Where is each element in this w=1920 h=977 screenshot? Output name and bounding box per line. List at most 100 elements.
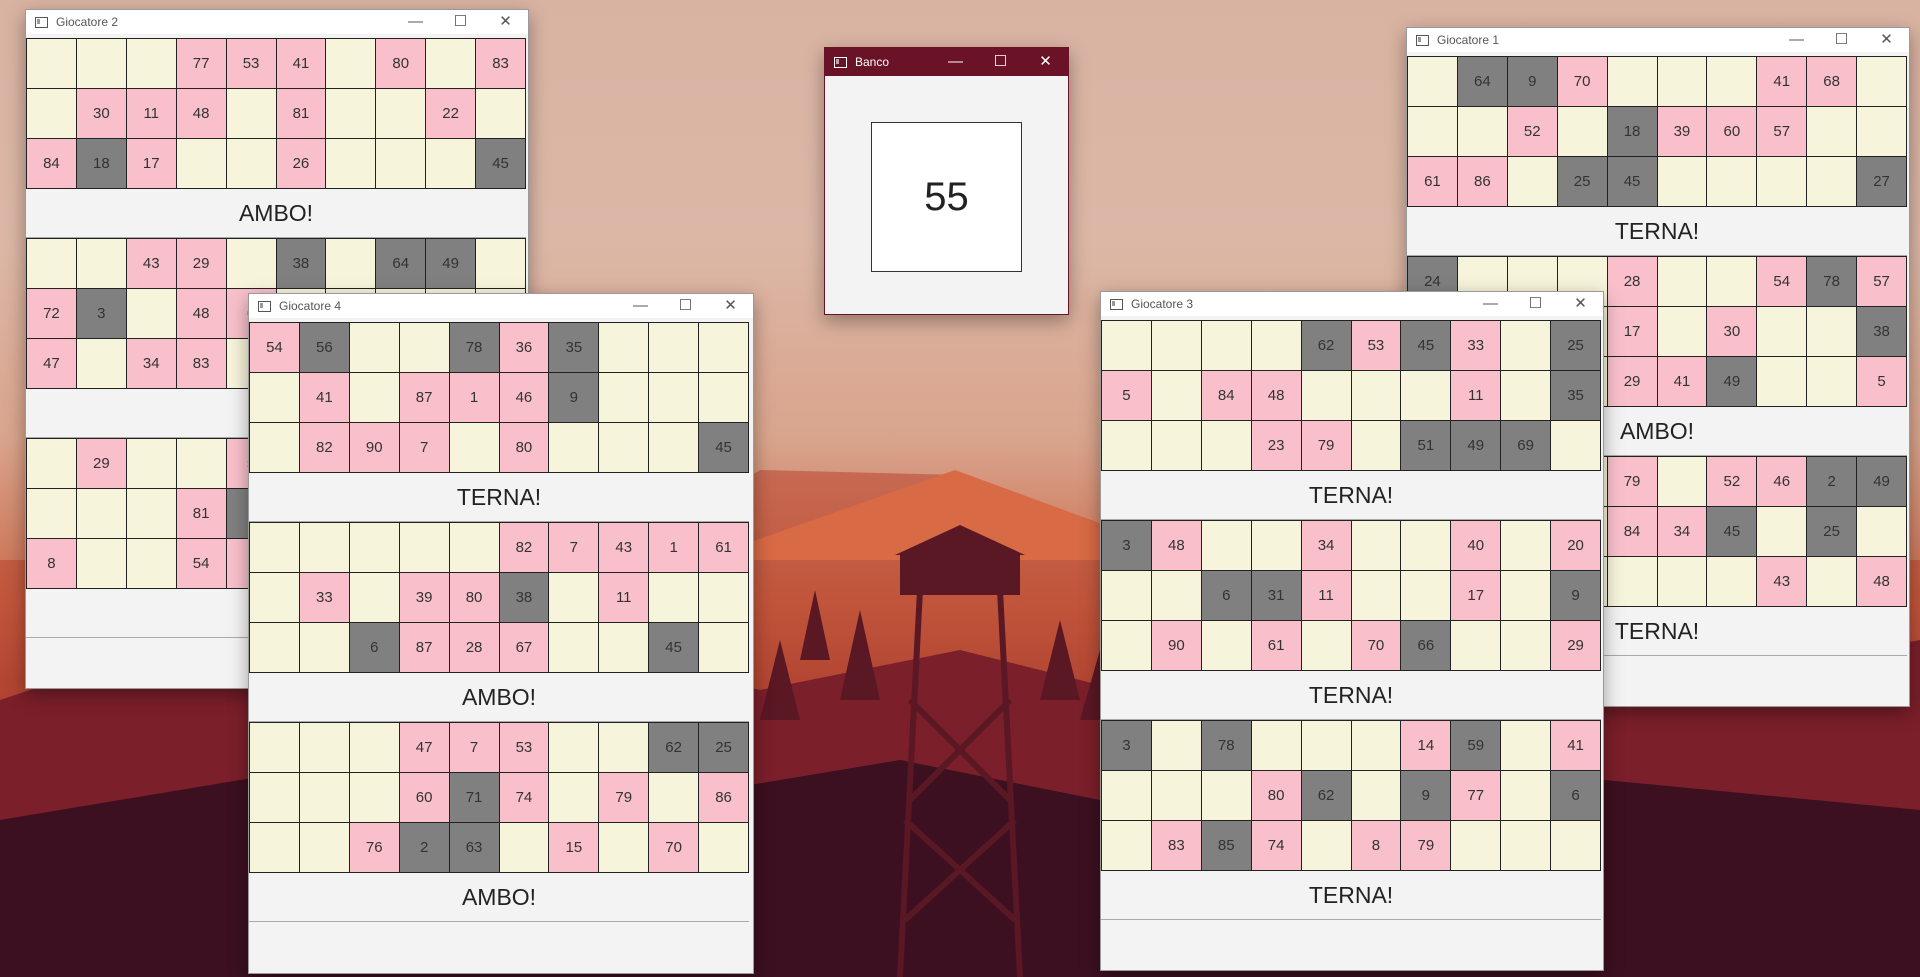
number-cell [1501,321,1552,371]
number-cell [1457,107,1508,157]
minimize-button[interactable]: — [1468,292,1513,316]
close-button[interactable]: ✕ [1864,28,1909,52]
number-cell [1301,821,1352,871]
close-button[interactable]: ✕ [1558,292,1603,316]
number-cell [250,573,300,623]
number-cell: 76 [349,823,400,873]
number-cell [126,39,177,89]
number-cell: 82 [499,523,550,573]
minimize-button[interactable]: — [933,50,978,74]
number-cell [1151,571,1202,621]
minimize-button[interactable]: — [393,10,438,34]
number-cell [476,239,526,289]
maximize-button[interactable]: ☐ [1513,292,1558,316]
close-button[interactable]: ✕ [1023,50,1068,74]
maximize-button[interactable]: ☐ [1819,28,1864,52]
number-cell: 11 [1451,371,1502,421]
number-cell [76,339,127,389]
number-cell [326,89,377,139]
number-cell: 53 [499,723,550,773]
title-bar[interactable]: Giocatore 1 — ☐ ✕ [1407,28,1909,52]
number-cell: 59 [1451,721,1502,771]
number-cell [349,323,400,373]
number-cell: 64 [1457,57,1508,107]
number-cell [349,773,400,823]
number-cell [1151,321,1202,371]
cartella-status: TERNA! [1101,471,1601,520]
number-cell: 62 [1301,321,1352,371]
number-cell [250,623,300,673]
minimize-button[interactable]: — [618,294,663,318]
number-cell: 47 [27,339,77,389]
number-cell [1451,821,1502,871]
number-cell [126,289,177,339]
number-cell: 1 [649,523,700,573]
close-button[interactable]: ✕ [483,10,528,34]
number-cell [76,239,127,289]
number-cell: 3 [1102,721,1152,771]
maximize-button[interactable]: ☐ [978,50,1023,74]
number-cell [1102,421,1152,471]
minimize-button[interactable]: — [1774,28,1819,52]
number-cell: 48 [1857,557,1907,607]
number-cell: 54 [250,323,300,373]
number-cell [1657,557,1708,607]
number-cell: 74 [1251,821,1302,871]
number-cell: 28 [449,623,500,673]
app-icon [1416,34,1429,46]
number-cell: 22 [426,89,477,139]
window-title: Giocatore 3 [1131,297,1194,311]
title-bar[interactable]: Giocatore 2 — ☐ ✕ [26,10,528,34]
number-cell: 68 [1807,57,1858,107]
number-cell: 6 [1201,571,1252,621]
number-cell: 45 [649,623,700,673]
number-cell: 38 [1857,307,1907,357]
number-cell [1301,721,1352,771]
number-cell: 47 [399,723,450,773]
title-bar[interactable]: Banco — ☐ ✕ [825,48,1068,76]
number-cell [299,723,350,773]
number-cell [1501,571,1552,621]
number-cell [299,523,350,573]
number-cell: 41 [299,373,350,423]
window-giocatore-4[interactable]: Giocatore 4 — ☐ ✕ 54 56 78 36 35 41 87 1 46 9 82 90… [248,293,754,974]
number-cell [599,723,650,773]
cartella-3: 3 78 14 59 41 80 62 9 77 6 83 85 74 8 79 TERNA! [1101,720,1601,920]
number-cell [176,139,227,189]
window-giocatore-3[interactable]: Giocatore 3 — ☐ ✕ 62 53 45 33 25 5 84 48 11 35 23 7… [1100,291,1604,971]
number-cell: 34 [126,339,177,389]
title-bar[interactable]: Giocatore 4 — ☐ ✕ [249,294,753,318]
window-banco[interactable]: Banco — ☐ ✕ 55 [824,47,1069,315]
number-cell: 70 [1557,57,1608,107]
number-cell [1201,621,1252,671]
maximize-button[interactable]: ☐ [663,294,708,318]
number-cell [1707,157,1758,207]
number-cell: 27 [1857,157,1907,207]
number-cell: 53 [1351,321,1402,371]
number-cell [1351,371,1402,421]
number-cell [1501,771,1552,821]
number-cell [226,239,277,289]
number-cell: 57 [1757,107,1808,157]
number-cell [1857,107,1907,157]
number-cell: 39 [399,573,450,623]
title-bar[interactable]: Giocatore 3 — ☐ ✕ [1101,292,1603,316]
number-cell [1102,571,1152,621]
number-cell: 2 [1807,457,1858,507]
number-cell: 7 [399,423,450,473]
number-cell: 61 [1251,621,1302,671]
cartella-status: TERNA! [249,473,749,522]
number-cell [1707,257,1758,307]
number-cell: 53 [226,39,277,89]
app-icon [834,56,847,68]
number-cell [649,373,700,423]
number-cell: 9 [549,373,600,423]
maximize-button[interactable]: ☐ [438,10,483,34]
cartella-2: 82 7 43 1 61 33 39 80 38 11 6 87 28 67 45 AMBO! [249,522,749,722]
close-button[interactable]: ✕ [708,294,753,318]
number-cell [1102,321,1152,371]
number-cell [1807,307,1858,357]
cartella-1: 64 9 70 41 68 52 18 39 60 57 61 86 25 45 27 TERNA! [1407,56,1907,256]
number-cell [549,773,600,823]
app-icon [1110,298,1123,310]
